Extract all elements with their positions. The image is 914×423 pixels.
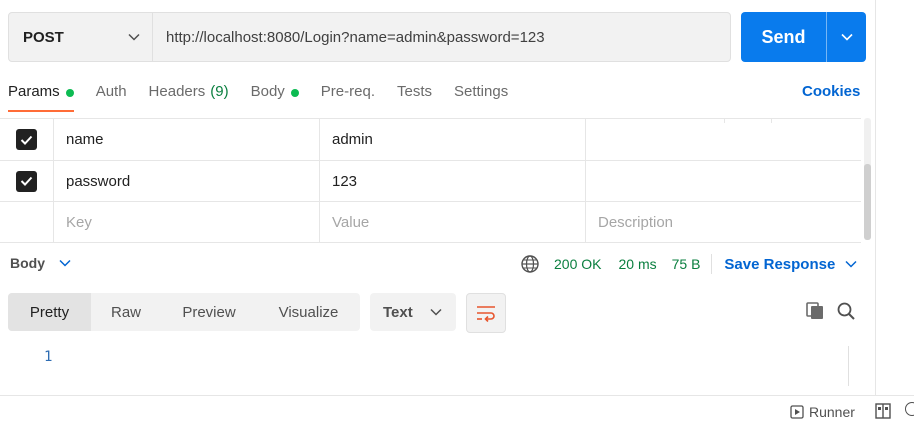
send-options-button[interactable] [826, 12, 866, 62]
param-description-cell[interactable] [586, 119, 861, 160]
chevron-down-icon [128, 33, 140, 41]
chevron-down-icon [59, 259, 71, 267]
method-select[interactable]: POST [9, 13, 153, 61]
play-box-icon [790, 405, 804, 419]
editor-scrollbar[interactable] [848, 346, 866, 386]
tab-settings[interactable]: Settings [454, 78, 508, 112]
tab-label: Params [8, 83, 60, 100]
value-placeholder-input[interactable]: Value [320, 202, 586, 242]
chevron-down-icon [840, 33, 853, 41]
table-row: name admin [0, 119, 861, 161]
view-tab-raw[interactable]: Raw [91, 293, 161, 331]
table-row-new: Key Value Description [0, 202, 861, 243]
response-meta: 200 OK 20 ms 75 B Save Response [520, 253, 857, 275]
tab-label: Body [250, 83, 285, 100]
help-icon[interactable] [905, 402, 914, 416]
line-number: 1 [44, 349, 53, 365]
param-key-cell[interactable]: password [54, 161, 320, 201]
wrap-lines-icon [477, 306, 495, 322]
url-input[interactable]: http://localhost:8080/Login?name=admin&p… [153, 29, 730, 46]
runner-button[interactable]: Runner [790, 404, 855, 420]
copy-icon [806, 302, 823, 319]
params-scrollbar-thumb[interactable] [864, 164, 871, 240]
save-response-button[interactable]: Save Response [724, 256, 857, 273]
view-tab-preview[interactable]: Preview [161, 293, 257, 331]
chevron-down-icon [430, 308, 442, 316]
method-label: POST [23, 28, 64, 46]
param-checkbox[interactable] [16, 129, 37, 150]
response-size[interactable]: 75 B [672, 256, 701, 272]
search-icon [837, 302, 855, 320]
tab-headers[interactable]: Headers (9) [149, 78, 229, 112]
tab-label: Tests [396, 83, 432, 100]
response-section-label: Body [10, 255, 45, 271]
format-select[interactable]: Text [370, 293, 456, 331]
status-code[interactable]: 200 OK [554, 256, 601, 272]
format-label: Text [383, 303, 413, 321]
tab-pre-request[interactable]: Pre-req. [321, 78, 375, 112]
key-placeholder-input[interactable]: Key [54, 202, 320, 242]
row-checkbox-cell [0, 202, 54, 242]
copy-button[interactable] [805, 301, 825, 324]
tab-body[interactable]: Body [251, 78, 299, 112]
param-description-cell[interactable] [586, 161, 861, 201]
check-icon [20, 176, 33, 186]
request-tabs: Params Auth Headers (9) Body Pre-req. Tes… [8, 78, 530, 112]
check-icon [20, 135, 33, 145]
tab-auth[interactable]: Auth [96, 78, 127, 112]
send-button-group: Send [741, 12, 866, 62]
tab-tests[interactable]: Tests [397, 78, 432, 112]
chevron-down-icon [845, 260, 857, 268]
view-tab-pretty[interactable]: Pretty [8, 293, 91, 331]
divider [711, 254, 713, 274]
response-section-dropdown[interactable]: Body [10, 255, 71, 271]
tab-params[interactable]: Params [8, 78, 74, 112]
tab-label: Auth [95, 83, 127, 100]
request-bar: POST http://localhost:8080/Login?name=ad… [8, 12, 731, 62]
response-view-tabs: Pretty Raw Preview Visualize [8, 293, 360, 331]
tab-label: Headers [148, 83, 206, 100]
response-time[interactable]: 20 ms [618, 256, 656, 272]
runner-label: Runner [809, 404, 855, 420]
param-checkbox[interactable] [16, 170, 37, 192]
description-placeholder-input[interactable]: Description [586, 202, 861, 242]
pane-divider [875, 0, 876, 395]
tab-label: Pre-req. [320, 83, 375, 100]
headers-count: (9) [210, 83, 229, 100]
globe-icon[interactable] [520, 254, 540, 274]
params-dot-indicator [65, 89, 74, 97]
cookies-link[interactable]: Cookies [802, 83, 860, 100]
table-row: password 123 [0, 161, 861, 202]
body-dot-indicator [290, 89, 299, 97]
param-value-cell[interactable]: 123 [320, 161, 586, 201]
param-value-cell[interactable]: admin [320, 119, 586, 160]
wrap-lines-button[interactable] [466, 293, 506, 333]
status-bar [0, 395, 914, 423]
save-response-label: Save Response [724, 255, 836, 273]
two-pane-icon [875, 403, 891, 419]
row-checkbox-cell [0, 161, 54, 201]
row-checkbox-cell [0, 119, 54, 160]
search-button[interactable] [836, 301, 856, 324]
param-key-cell[interactable]: name [54, 119, 320, 160]
two-pane-view-button[interactable] [875, 403, 891, 422]
params-table: name admin password 123 Key Value Descri… [0, 118, 861, 243]
view-tab-visualize[interactable]: Visualize [257, 293, 360, 331]
send-button[interactable]: Send [741, 12, 826, 62]
tab-label: Settings [454, 83, 509, 100]
